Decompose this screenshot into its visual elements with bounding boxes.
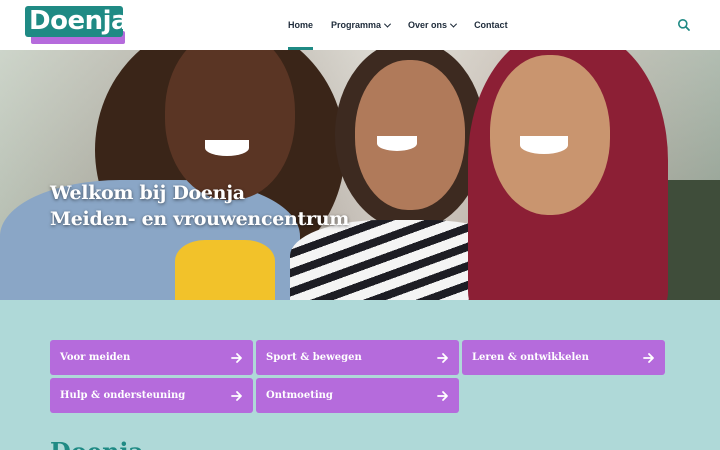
- nav-label-home: Home: [288, 20, 314, 30]
- tile-hulp-ondersteuning[interactable]: Hulp & ondersteuning: [50, 378, 253, 413]
- tile-leren-ontwikkelen[interactable]: Leren & ontwikkelen: [462, 340, 665, 375]
- program-tiles-section: Voor meiden Sport & bewegen Leren & ontw…: [0, 300, 720, 450]
- nav-item-over-ons[interactable]: Over ons: [408, 0, 458, 50]
- hero-photo-person: [175, 240, 275, 300]
- nav-label-contact: Contact: [474, 20, 508, 30]
- hero-title-line-1: Welkom bij Doenja: [50, 182, 245, 204]
- chevron-down-icon: [450, 20, 458, 28]
- hero-photo-smile: [377, 136, 417, 151]
- search-icon: [678, 19, 690, 31]
- nav-label-programma: Programma: [331, 20, 382, 30]
- nav-label-over-ons: Over ons: [408, 20, 448, 30]
- hero-photo-smile: [520, 136, 568, 154]
- arrow-right-icon: [437, 390, 448, 401]
- site-header: Doenja Home Programma Over ons Contact: [0, 0, 720, 50]
- tile-label: Leren & ontwikkelen: [472, 352, 589, 363]
- tile-label: Hulp & ondersteuning: [60, 390, 186, 401]
- main-nav: Home Programma Over ons Contact: [288, 0, 526, 50]
- logo-text: Doenja: [29, 6, 129, 36]
- hero-photo-person: [490, 55, 610, 215]
- chevron-down-icon: [384, 20, 392, 28]
- tile-label: Sport & bewegen: [266, 352, 362, 363]
- arrow-right-icon: [231, 390, 242, 401]
- hero-title-line-2: Meiden- en vrouwencentrum: [50, 208, 350, 230]
- hero-photo-smile: [205, 140, 249, 156]
- arrow-right-icon: [437, 352, 448, 363]
- arrow-right-icon: [643, 352, 654, 363]
- section-heading: Doenja: [50, 440, 144, 450]
- hero-photo-person: [355, 60, 465, 210]
- hero-banner: Welkom bij Doenja Meiden- en vrouwencent…: [0, 50, 720, 300]
- nav-item-home[interactable]: Home: [288, 0, 314, 50]
- tile-label: Voor meiden: [60, 352, 131, 363]
- tile-sport-bewegen[interactable]: Sport & bewegen: [256, 340, 459, 375]
- doenja-logo[interactable]: Doenja: [25, 6, 129, 44]
- nav-item-contact[interactable]: Contact: [474, 0, 508, 50]
- tile-ontmoeting[interactable]: Ontmoeting: [256, 378, 459, 413]
- hero-title: Welkom bij Doenja Meiden- en vrouwencent…: [50, 180, 349, 232]
- arrow-right-icon: [231, 352, 242, 363]
- hero-photo-person: [165, 50, 295, 200]
- nav-item-programma[interactable]: Programma: [331, 0, 392, 50]
- tile-label: Ontmoeting: [266, 390, 333, 401]
- search-button[interactable]: [677, 18, 691, 32]
- tile-voor-meiden[interactable]: Voor meiden: [50, 340, 253, 375]
